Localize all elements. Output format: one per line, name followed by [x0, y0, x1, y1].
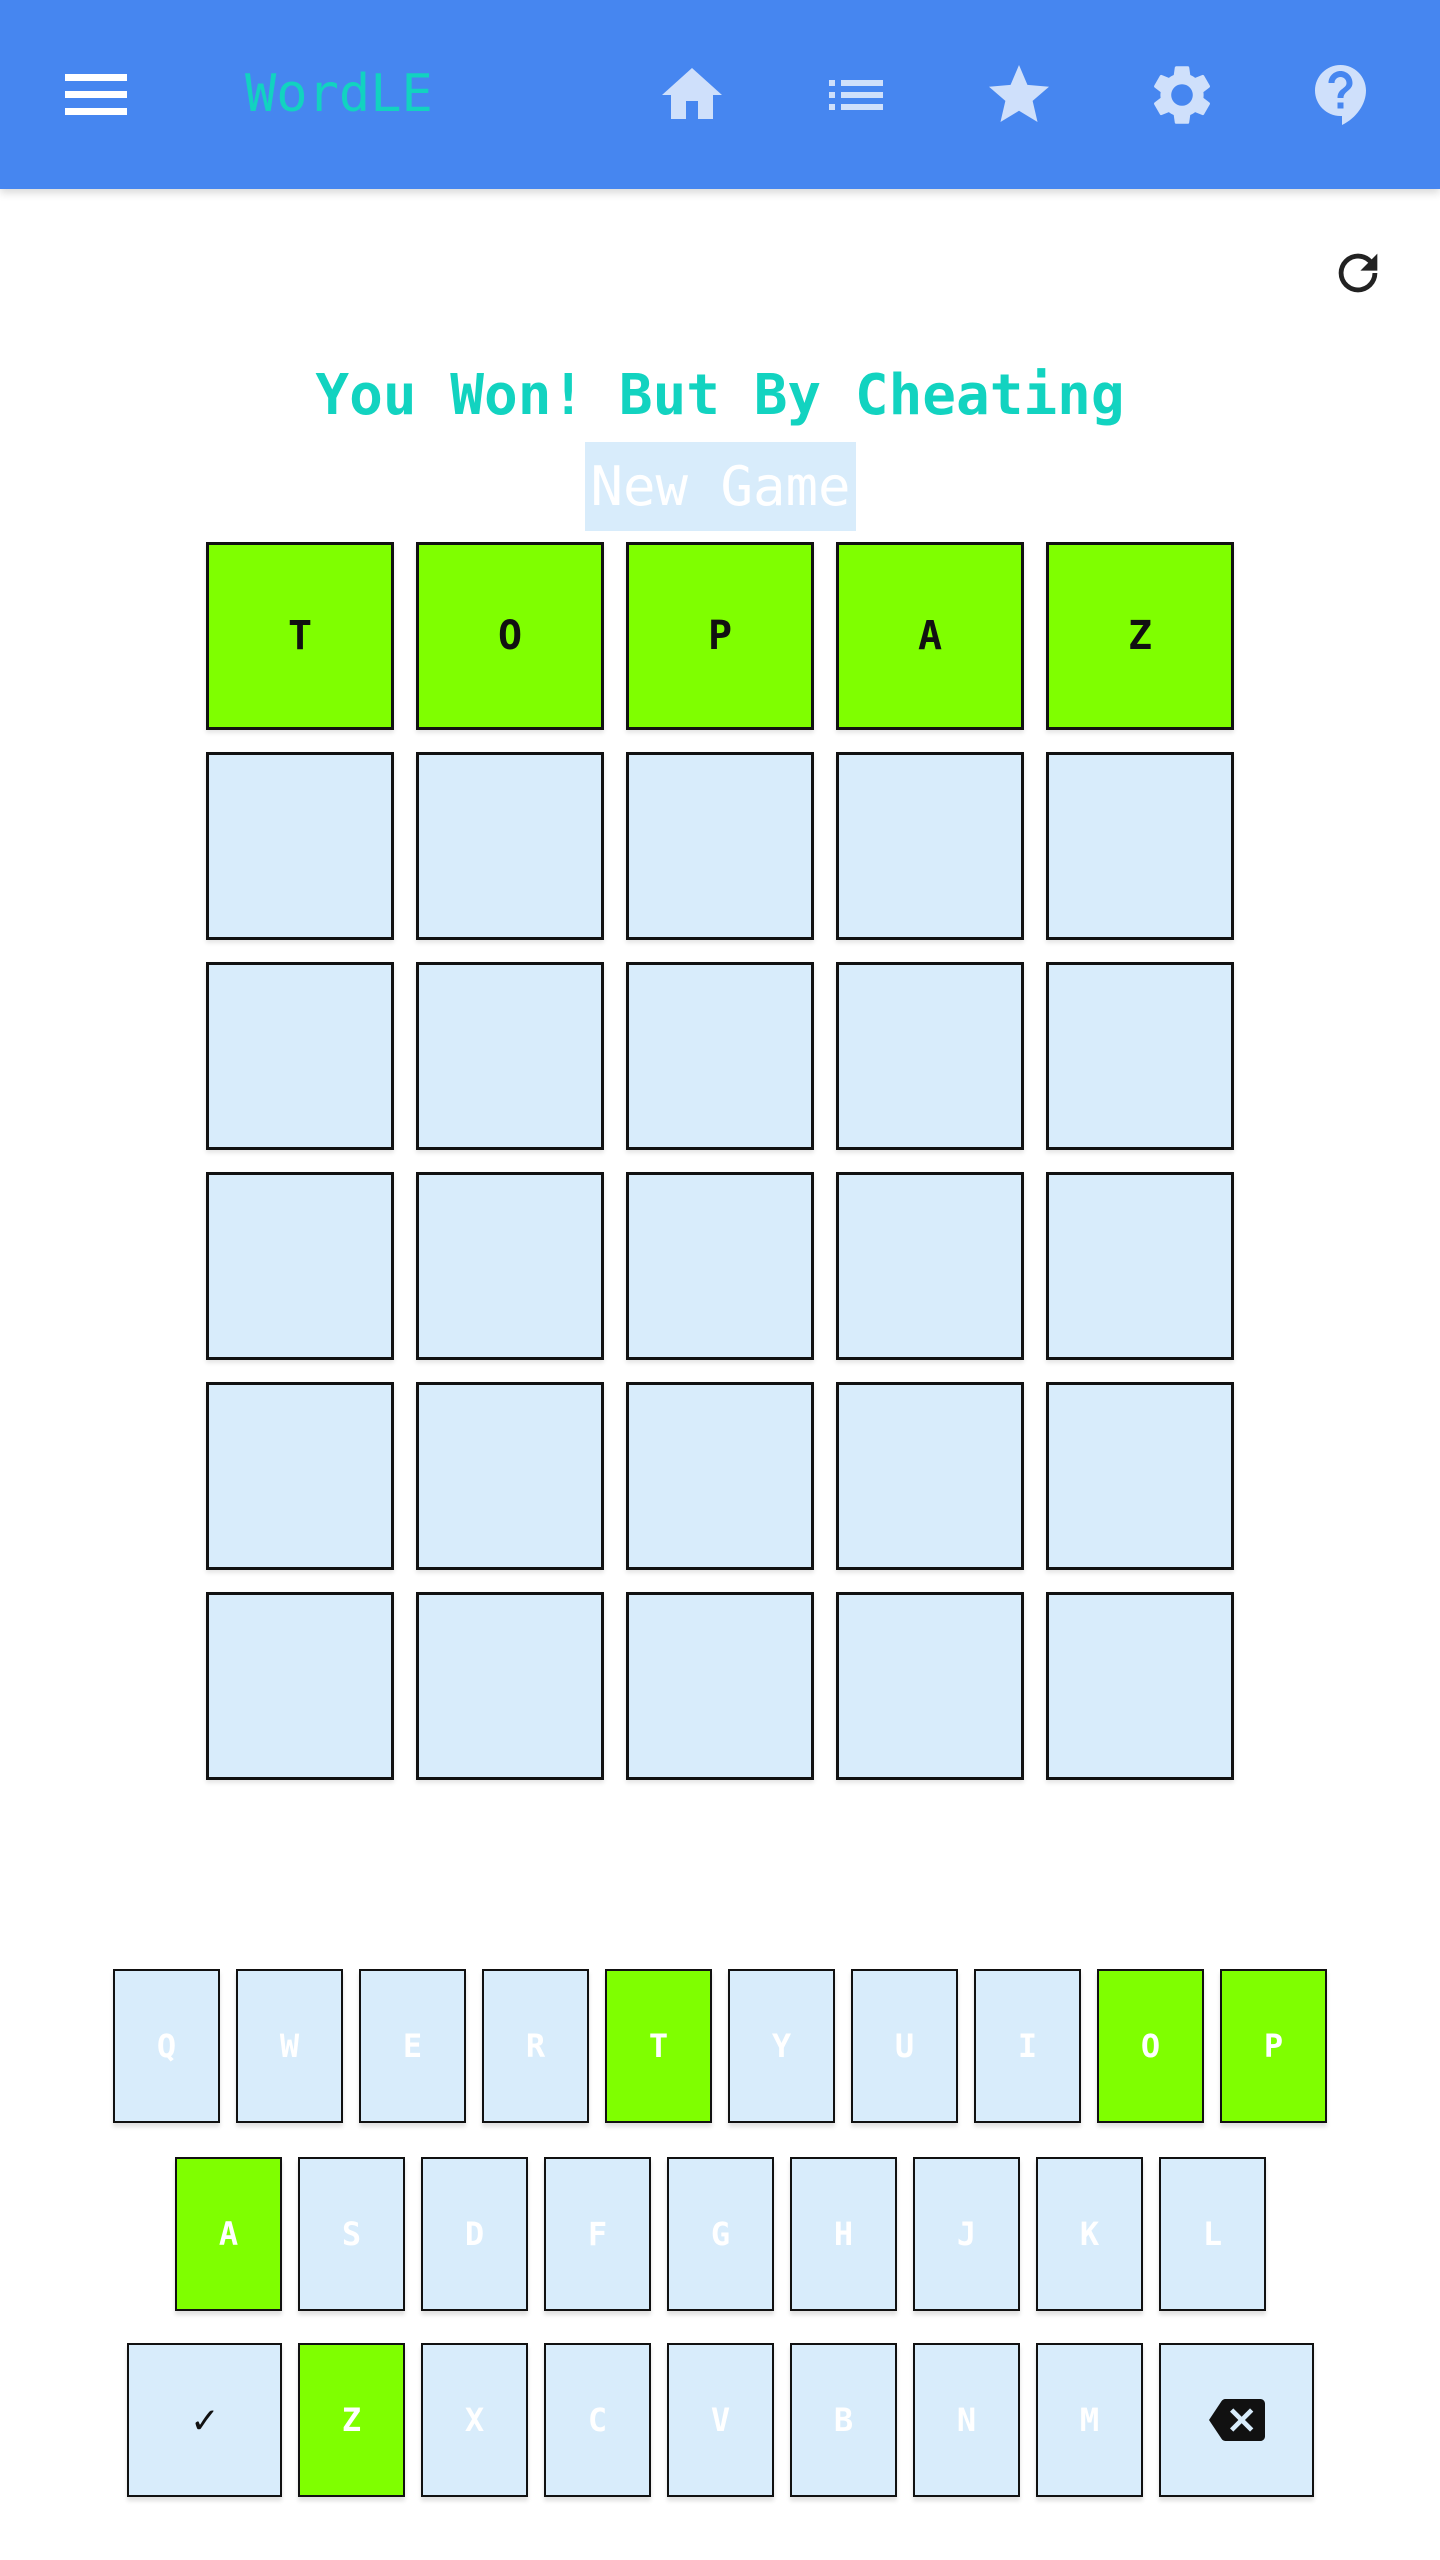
tile-empty	[416, 962, 604, 1150]
key-u[interactable]: U	[851, 1969, 958, 2123]
key-l[interactable]: L	[1159, 2157, 1266, 2311]
key-o[interactable]: O	[1097, 1969, 1204, 2123]
backspace-key[interactable]	[1159, 2343, 1314, 2497]
tile-correct: O	[416, 542, 604, 730]
tile-empty	[206, 1592, 394, 1780]
game-status-message: You Won! But By Cheating	[315, 363, 1125, 428]
tile-empty	[416, 1172, 604, 1360]
key-d[interactable]: D	[421, 2157, 528, 2311]
tile-empty	[626, 1382, 814, 1570]
keyboard-row-2: ASDFGHJKL	[175, 2157, 1266, 2311]
check-icon: ✓	[192, 2397, 217, 2443]
list-icon[interactable]	[820, 59, 892, 131]
tile-empty	[836, 752, 1024, 940]
board-row: TOPAZ	[206, 542, 1234, 730]
tile-correct: T	[206, 542, 394, 730]
key-q[interactable]: Q	[113, 1969, 220, 2123]
tile-empty	[626, 1592, 814, 1780]
key-s[interactable]: S	[298, 2157, 405, 2311]
app-header: WordLE	[0, 0, 1440, 189]
tile-empty	[836, 1382, 1024, 1570]
tile-empty	[206, 752, 394, 940]
key-e[interactable]: E	[359, 1969, 466, 2123]
key-b[interactable]: B	[790, 2343, 897, 2497]
help-icon[interactable]	[1306, 59, 1378, 131]
key-z[interactable]: Z	[298, 2343, 405, 2497]
home-icon[interactable]	[656, 59, 728, 131]
key-n[interactable]: N	[913, 2343, 1020, 2497]
key-c[interactable]: C	[544, 2343, 651, 2497]
tile-empty	[1046, 1592, 1234, 1780]
tile-empty	[1046, 1382, 1234, 1570]
enter-key[interactable]: ✓	[127, 2343, 282, 2497]
tile-empty	[626, 962, 814, 1150]
board-row	[206, 1592, 1234, 1780]
key-g[interactable]: G	[667, 2157, 774, 2311]
key-k[interactable]: K	[1036, 2157, 1143, 2311]
key-t[interactable]: T	[605, 1969, 712, 2123]
tile-empty	[416, 1592, 604, 1780]
tile-empty	[1046, 1172, 1234, 1360]
tile-empty	[206, 1382, 394, 1570]
key-v[interactable]: V	[667, 2343, 774, 2497]
tile-correct: Z	[1046, 542, 1234, 730]
key-m[interactable]: M	[1036, 2343, 1143, 2497]
tile-empty	[836, 962, 1024, 1150]
menu-icon[interactable]	[65, 74, 127, 116]
game-board: TOPAZ	[206, 542, 1234, 1780]
key-i[interactable]: I	[974, 1969, 1081, 2123]
gear-icon[interactable]	[1146, 59, 1218, 131]
board-row	[206, 1172, 1234, 1360]
board-row	[206, 752, 1234, 940]
tile-empty	[626, 752, 814, 940]
tile-empty	[1046, 962, 1234, 1150]
key-j[interactable]: J	[913, 2157, 1020, 2311]
key-h[interactable]: H	[790, 2157, 897, 2311]
tile-empty	[836, 1592, 1024, 1780]
refresh-icon[interactable]	[1329, 244, 1387, 302]
tile-empty	[206, 962, 394, 1150]
tile-empty	[626, 1172, 814, 1360]
keyboard-row-1: QWERTYUIOP	[113, 1969, 1327, 2123]
tile-correct: P	[626, 542, 814, 730]
keyboard-row-3: ✓ Z X C V B N M	[127, 2343, 1314, 2497]
tile-empty	[416, 1382, 604, 1570]
key-f[interactable]: F	[544, 2157, 651, 2311]
new-game-button[interactable]: New Game	[585, 442, 856, 531]
tile-empty	[1046, 752, 1234, 940]
board-row	[206, 962, 1234, 1150]
key-a[interactable]: A	[175, 2157, 282, 2311]
key-x[interactable]: X	[421, 2343, 528, 2497]
key-y[interactable]: Y	[728, 1969, 835, 2123]
key-p[interactable]: P	[1220, 1969, 1327, 2123]
board-row	[206, 1382, 1234, 1570]
tile-empty	[206, 1172, 394, 1360]
app-title: WordLE	[245, 64, 433, 124]
star-icon[interactable]	[983, 59, 1055, 131]
tile-correct: A	[836, 542, 1024, 730]
key-w[interactable]: W	[236, 1969, 343, 2123]
key-r[interactable]: R	[482, 1969, 589, 2123]
tile-empty	[836, 1172, 1024, 1360]
tile-empty	[416, 752, 604, 940]
backspace-icon	[1208, 2399, 1265, 2441]
